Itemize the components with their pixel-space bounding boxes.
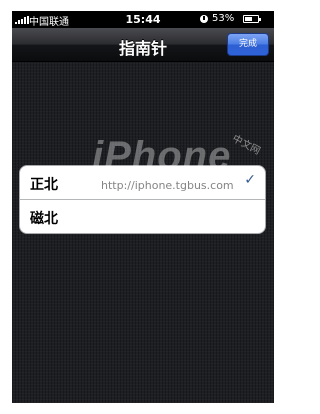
battery-percent: 53% [212,13,235,24]
checkmark-icon: ✓ [244,172,256,188]
north-reference-options: 正北 ✓ 磁北 [19,165,266,234]
phone-screen: 中国联通 15:44 53% 指南针 完成 正北 ✓ 磁北 [12,11,274,403]
battery-icon [243,15,261,23]
done-button[interactable]: 完成 [227,33,269,56]
status-time: 15:44 [125,13,161,26]
status-bar: 中国联通 15:44 53% [12,11,274,28]
navigation-bar: 指南针 完成 [12,28,274,62]
alarm-clock-icon [200,15,208,23]
option-true-north[interactable]: 正北 ✓ [20,166,265,200]
option-label: 磁北 [30,211,58,227]
option-magnetic-north[interactable]: 磁北 [20,200,265,233]
option-label: 正北 [30,177,58,193]
